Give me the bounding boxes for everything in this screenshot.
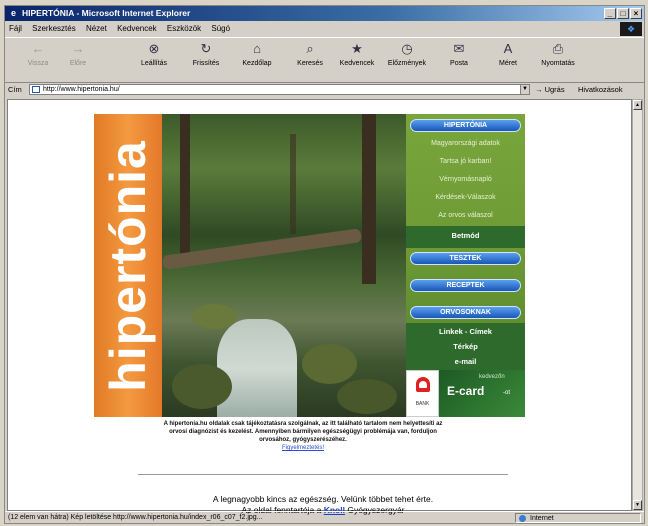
nav-link-keep-in-shape[interactable]: Tartsa jó karban! [406,158,525,165]
menu-view[interactable]: Nézet [82,21,111,37]
disclaimer: A hipertonia.hu oldalak csak tájékoztatá… [158,420,448,452]
ecard-ad-text: kedvezőn E-card -ot [439,370,525,417]
stop-icon: ⊗ [148,41,160,56]
page-content: hipertónia HIPERTÓNIA Magyarországi adat… [7,99,632,515]
ecard-ad-banner[interactable]: BANK kedvezőn E-card -ot [406,370,525,417]
tree-trunk [362,114,376,284]
stop-button[interactable]: ⊗ Leállítás [134,41,174,67]
home-button[interactable]: ⌂ Kezdőlap [235,41,279,67]
search-button[interactable]: ⌕ Keresés [290,41,330,67]
menu-bar: Fájl Szerkesztés Nézet Kedvencek Eszközö… [5,21,644,37]
favorites-icon: ★ [351,41,363,56]
address-dropdown-button[interactable]: ▼ [520,84,530,95]
history-icon: ◷ [401,41,413,56]
warning-link[interactable]: Figyelmeztetés! [282,445,324,451]
forward-arrow-icon: → [71,41,85,56]
font-size-icon: A [503,41,513,56]
nav-link-links-addresses[interactable]: Linkek - Címek [406,327,525,336]
maximize-button[interactable]: □ [617,8,629,19]
disclaimer-text: A hipertonia.hu oldalak csak tájékoztatá… [163,421,443,443]
page-icon [32,86,40,93]
refresh-button[interactable]: ↻ Frissítés [186,41,226,67]
nav-link-bp-diary[interactable]: Vérnyomásnapló [406,176,525,183]
ecard-suffix: -ot [503,390,511,396]
tree-trunk [180,114,190,254]
minimize-button[interactable]: _ [604,8,616,19]
nav-link-qa[interactable]: Kérdések-Válaszok [406,194,525,201]
font-size-button[interactable]: A Méret [491,41,525,67]
nav-link-email[interactable]: e-mail [406,357,525,366]
footer-slogan: A legnagyobb kincs az egészség. Velünk t… [212,494,434,504]
links-toolbar-button[interactable]: Hivatkozások [578,82,623,98]
status-bar: (12 elem van hátra) Kép letöltése http:/… [5,511,644,524]
window-title: HIPERTÓNIA - Microsoft Internet Explorer [22,8,191,18]
horizontal-divider [138,474,508,476]
mossy-rock [302,344,357,384]
mail-icon: ✉ [453,41,465,56]
menu-favorites[interactable]: Kedvencek [113,21,161,37]
browser-window: e HIPERTÓNIA - Microsoft Internet Explor… [4,5,645,524]
globe-icon [519,515,526,522]
vertical-scrollbar[interactable]: ▲ ▼ [632,99,643,511]
go-button[interactable]: → Ugrás [535,82,565,98]
stream [217,319,297,417]
back-arrow-icon: ← [31,41,45,56]
bank-bell-icon [416,377,430,392]
status-text: (12 elem van hátra) Kép letöltése http:/… [8,514,263,521]
nav-section-hipertonia[interactable]: HIPERTÓNIA [410,119,521,132]
logo-strip: hipertónia [94,114,162,417]
scroll-up-button[interactable]: ▲ [633,100,642,110]
forest-stream-photo [162,114,406,417]
nav-link-hungarian-data[interactable]: Magyarországi adatok [406,140,525,147]
toolbar: ← Vissza → Előre ⊗ Leállítás ↻ Frissítés ⌂ Ke… [5,37,644,83]
tree-trunk [290,134,296,234]
ecard-top-text: kedvezőn [479,374,505,380]
ie-logo-icon: e [10,8,16,18]
address-label: Cím [8,85,22,94]
nav-link-doctor-answers[interactable]: Az orvos válaszol [406,212,525,219]
home-icon: ⌂ [253,41,261,56]
back-button[interactable]: ← Vissza [21,41,55,67]
favorites-button[interactable]: ★ Kedvencek [332,41,382,67]
ecard-title: E-card [447,384,485,398]
nav-section-recipes[interactable]: RECEPTEK [410,279,521,292]
address-bar: Cím http://www.hipertonia.hu/ ▼ → Ugrás … [5,82,644,98]
menu-tools[interactable]: Eszközök [163,21,205,37]
menu-help[interactable]: Súgó [207,21,234,37]
site-logo: hipertónia [100,140,156,392]
fallen-log [162,228,363,270]
scroll-down-button[interactable]: ▼ [633,500,642,510]
close-button[interactable]: × [630,8,642,19]
nav-link-betmod[interactable]: Betmód [406,231,525,240]
nav-section-doctors[interactable]: ORVOSOKNAK [410,306,521,319]
print-icon: ⎙ [552,41,564,56]
forward-button[interactable]: → Előre [63,41,93,67]
mail-button[interactable]: ✉ Posta [442,41,476,67]
site-banner: hipertónia HIPERTÓNIA Magyarországi adat… [94,114,525,417]
mossy-rock [337,379,397,414]
bank-brand-text: BANK [415,401,430,407]
security-zone: Internet [515,513,641,523]
search-icon: ⌕ [306,41,314,56]
history-button[interactable]: ◷ Előzmények [382,41,432,67]
address-url: http://www.hipertonia.hu/ [43,86,120,93]
title-bar: e HIPERTÓNIA - Microsoft Internet Explor… [5,6,644,21]
menu-file[interactable]: Fájl [5,21,26,37]
nav-section-tests[interactable]: TESZTEK [410,252,521,265]
window-controls: _ □ × [603,8,642,19]
print-button[interactable]: ⎙ Nyomtatás [535,41,581,67]
bank-logo: BANK [406,370,439,417]
mossy-rock [192,304,237,329]
menu-edit[interactable]: Szerkesztés [28,21,80,37]
windows-logo-icon: ❖ [620,22,642,36]
nav-link-map[interactable]: Térkép [406,342,525,351]
refresh-icon: ↻ [200,41,212,56]
mossy-rock [172,364,232,409]
address-input[interactable]: http://www.hipertonia.hu/ [29,84,529,95]
